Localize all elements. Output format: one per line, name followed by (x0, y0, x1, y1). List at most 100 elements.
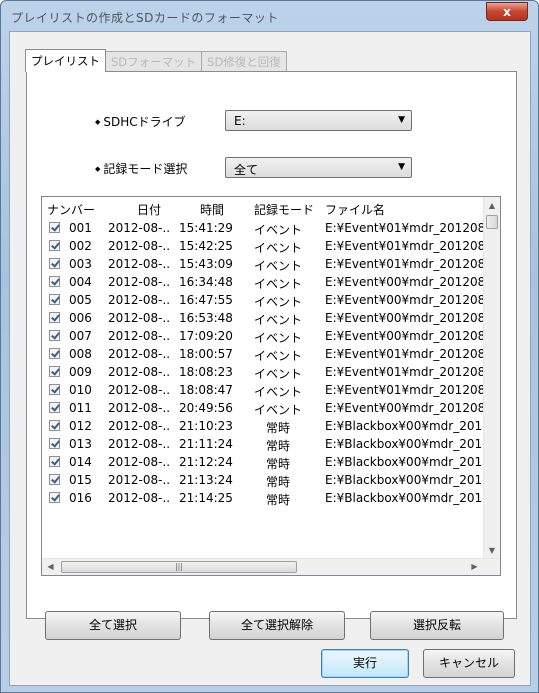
scroll-down-icon[interactable]: ▼ (484, 542, 500, 559)
table-row[interactable]: 013 2012-08-... 21:11:24 常時 E:¥Blackbox¥00¥m… (42, 435, 484, 453)
column-header-time[interactable]: 時間 (200, 201, 224, 218)
row-number: 004 (69, 275, 92, 289)
row-checkbox[interactable] (49, 276, 60, 287)
table-row[interactable]: 009 2012-08-... 18:08:23 イベント E:¥Event¥01¥md… (42, 363, 484, 381)
row-record-mode: 常時 (265, 475, 290, 489)
close-icon: x (503, 4, 511, 19)
column-header-number[interactable]: ナンバー (47, 201, 95, 218)
tab-playlist[interactable]: プレイリスト (25, 49, 106, 72)
drive-select[interactable]: E: ▼ (225, 110, 412, 131)
row-time: 16:47:55 (179, 293, 233, 307)
column-header-mode[interactable]: 記録モード (254, 201, 314, 218)
row-time: 15:43:09 (179, 257, 233, 271)
window-title: プレイリストの作成とSDカードのフォーマット (11, 11, 279, 25)
row-checkbox[interactable] (49, 384, 60, 395)
column-header-date[interactable]: 日付 (137, 201, 161, 218)
scroll-left-icon[interactable]: ◀ (42, 559, 59, 575)
row-date: 2012-08-... (108, 293, 170, 307)
row-checkbox[interactable] (49, 348, 60, 359)
table-row[interactable]: 011 2012-08-... 20:49:56 イベント E:¥Event¥00¥md… (42, 399, 484, 417)
row-checkbox[interactable] (49, 420, 60, 431)
playlist-listview[interactable]: ナンバー 日付 時間 記録モード ファイル名 001 2012-08-... 15:… (41, 196, 501, 576)
row-checkbox[interactable] (49, 240, 60, 251)
row-record-mode: 常時 (265, 457, 290, 471)
bullet-icon: ◆ (95, 118, 101, 126)
row-time: 17:09:20 (179, 329, 233, 343)
table-row[interactable]: 010 2012-08-... 18:08:47 イベント E:¥Event¥01¥md… (42, 381, 484, 399)
row-filename: E:¥Event¥00¥mdr_20120814_ (325, 275, 484, 289)
row-time: 16:34:48 (179, 275, 233, 289)
mode-label: ◆ 記録モード選択 (95, 160, 187, 177)
cancel-button[interactable]: キャンセル (423, 649, 515, 678)
scroll-thumb-horizontal[interactable]: ||| (61, 561, 297, 573)
row-filename: E:¥Event¥00¥mdr_20120814_ (325, 293, 484, 307)
table-row[interactable]: 008 2012-08-... 18:00:57 イベント E:¥Event¥01¥md… (42, 345, 484, 363)
record-mode-select[interactable]: 全て ▼ (225, 157, 412, 178)
table-row[interactable]: 014 2012-08-... 21:12:24 常時 E:¥Blackbox¥00¥m… (42, 453, 484, 471)
table-row[interactable]: 015 2012-08-... 21:13:24 常時 E:¥Blackbox¥00¥m… (42, 471, 484, 489)
table-row[interactable]: 004 2012-08-... 16:34:48 イベント E:¥Event¥00¥md… (42, 273, 484, 291)
row-checkbox[interactable] (49, 492, 60, 503)
title-bar[interactable]: プレイリストの作成とSDカードのフォーマット x (1, 1, 538, 31)
table-row[interactable]: 006 2012-08-... 16:53:48 イベント E:¥Event¥00¥md… (42, 309, 484, 327)
row-filename: E:¥Event¥01¥mdr_20120814_ (325, 257, 484, 271)
select-all-button[interactable]: 全て選択 (45, 611, 181, 640)
row-date: 2012-08-... (108, 239, 170, 253)
row-number: 002 (69, 239, 92, 253)
table-row[interactable]: 016 2012-08-... 21:14:25 常時 E:¥Blackbox¥00¥m… (42, 489, 484, 507)
table-row[interactable]: 007 2012-08-... 17:09:20 イベント E:¥Event¥00¥md… (42, 327, 484, 345)
row-checkbox[interactable] (49, 438, 60, 449)
row-record-mode: イベント (253, 295, 302, 309)
scroll-right-icon[interactable]: ▶ (466, 559, 483, 575)
row-record-mode: イベント (253, 241, 302, 255)
row-record-mode: 常時 (265, 421, 290, 435)
horizontal-scrollbar[interactable]: ◀ ||| ▶ (42, 558, 500, 575)
row-checkbox[interactable] (49, 312, 60, 323)
scroll-thumb[interactable] (486, 215, 498, 229)
table-row[interactable]: 002 2012-08-... 15:42:25 イベント E:¥Event¥01¥md… (42, 237, 484, 255)
row-date: 2012-08-... (108, 437, 170, 451)
scroll-up-icon[interactable]: ▲ (484, 197, 500, 214)
row-checkbox[interactable] (49, 222, 60, 233)
row-date: 2012-08-... (108, 257, 170, 271)
row-checkbox[interactable] (49, 366, 60, 377)
row-checkbox[interactable] (49, 402, 60, 413)
table-row[interactable]: 001 2012-08-... 15:41:29 イベント E:¥Event¥01¥md… (42, 219, 484, 237)
execute-button[interactable]: 実行 (321, 649, 409, 678)
column-header-filename[interactable]: ファイル名 (325, 201, 385, 218)
row-number: 001 (69, 221, 92, 235)
table-row[interactable]: 012 2012-08-... 21:10:23 常時 E:¥Blackbox¥00¥m… (42, 417, 484, 435)
deselect-all-button[interactable]: 全て選択解除 (209, 611, 345, 640)
row-date: 2012-08-... (108, 383, 170, 397)
vertical-scrollbar[interactable]: ▲ ▼ (483, 197, 500, 559)
row-time: 21:10:23 (179, 419, 233, 433)
row-time: 21:11:24 (179, 437, 233, 451)
row-time: 18:08:47 (179, 383, 233, 397)
row-number: 015 (69, 473, 92, 487)
invert-selection-button[interactable]: 選択反転 (370, 611, 504, 640)
row-checkbox[interactable] (49, 330, 60, 341)
row-time: 18:00:57 (179, 347, 233, 361)
row-date: 2012-08-... (108, 329, 170, 343)
row-date: 2012-08-... (108, 311, 170, 325)
row-checkbox[interactable] (49, 474, 60, 485)
close-button[interactable]: x (486, 2, 528, 21)
row-record-mode: イベント (253, 277, 302, 291)
row-record-mode: イベント (253, 349, 302, 363)
table-row[interactable]: 005 2012-08-... 16:47:55 イベント E:¥Event¥00¥md… (42, 291, 484, 309)
row-date: 2012-08-... (108, 221, 170, 235)
row-checkbox[interactable] (49, 294, 60, 305)
row-date: 2012-08-... (108, 419, 170, 433)
row-checkbox[interactable] (49, 456, 60, 467)
row-number: 011 (69, 401, 92, 415)
row-number: 007 (69, 329, 92, 343)
table-row[interactable]: 003 2012-08-... 15:43:09 イベント E:¥Event¥01¥md… (42, 255, 484, 273)
row-filename: E:¥Event¥01¥mdr_20120814_ (325, 239, 484, 253)
row-record-mode: 常時 (265, 493, 290, 507)
row-filename: E:¥Event¥00¥mdr_20120814_ (325, 311, 484, 325)
row-number: 012 (69, 419, 92, 433)
row-checkbox[interactable] (49, 258, 60, 269)
row-number: 005 (69, 293, 92, 307)
row-record-mode: イベント (253, 259, 302, 273)
row-date: 2012-08-... (108, 401, 170, 415)
